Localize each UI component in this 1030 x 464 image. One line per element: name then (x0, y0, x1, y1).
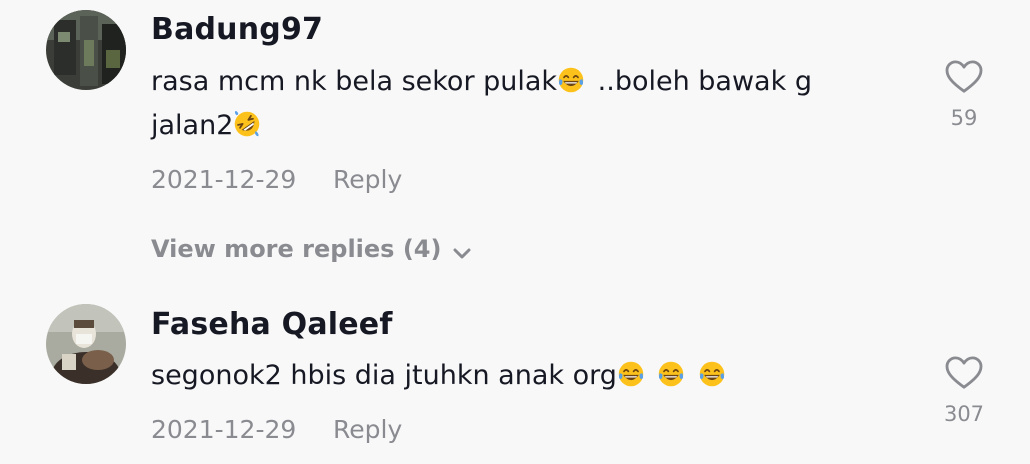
face-with-tears-of-joy-icon (617, 360, 645, 388)
face-with-tears-of-joy-icon (698, 360, 726, 388)
like-button[interactable]: 307 (934, 356, 994, 426)
comment-text-part: ..boleh bawak g (589, 66, 812, 97)
like-count: 307 (943, 402, 985, 426)
comment-date: 2021-12-29 (151, 165, 297, 194)
comment-text: segonok2 hbis dia jtuhkn anak org (151, 354, 851, 398)
comment-item: Badung97 rasa mcm nk bela sekor pulak ..… (0, 0, 1030, 220)
view-more-replies-button[interactable]: View more replies (4) (151, 235, 471, 263)
comment-text-part: segonok2 hbis dia jtuhkn anak org (151, 360, 617, 391)
avatar[interactable] (46, 304, 126, 384)
comment-text: rasa mcm nk bela sekor pulak ..boleh baw… (151, 60, 851, 148)
avatar[interactable] (46, 10, 126, 90)
reply-button[interactable]: Reply (333, 415, 402, 444)
comment-date: 2021-12-29 (151, 415, 297, 444)
rolling-on-floor-laughing-icon (233, 110, 261, 138)
comment-item: Faseha Qaleef segonok2 hbis dia jtuhkn a… (0, 300, 1030, 464)
like-button[interactable]: 59 (934, 60, 994, 130)
reply-button[interactable]: Reply (333, 165, 402, 194)
face-with-tears-of-joy-icon (557, 66, 585, 94)
comment-text-part: rasa mcm nk bela sekor pulak (151, 66, 558, 97)
face-with-tears-of-joy-icon (657, 360, 685, 388)
chevron-down-icon (453, 248, 471, 259)
heart-outline-icon[interactable] (945, 60, 983, 94)
view-more-replies-label: View more replies (4) (151, 235, 442, 263)
like-count: 59 (950, 106, 978, 130)
comment-author[interactable]: Badung97 (151, 12, 323, 47)
comment-author[interactable]: Faseha Qaleef (151, 307, 393, 342)
heart-outline-icon[interactable] (945, 356, 983, 390)
comment-text-part: jalan2 (151, 110, 234, 141)
